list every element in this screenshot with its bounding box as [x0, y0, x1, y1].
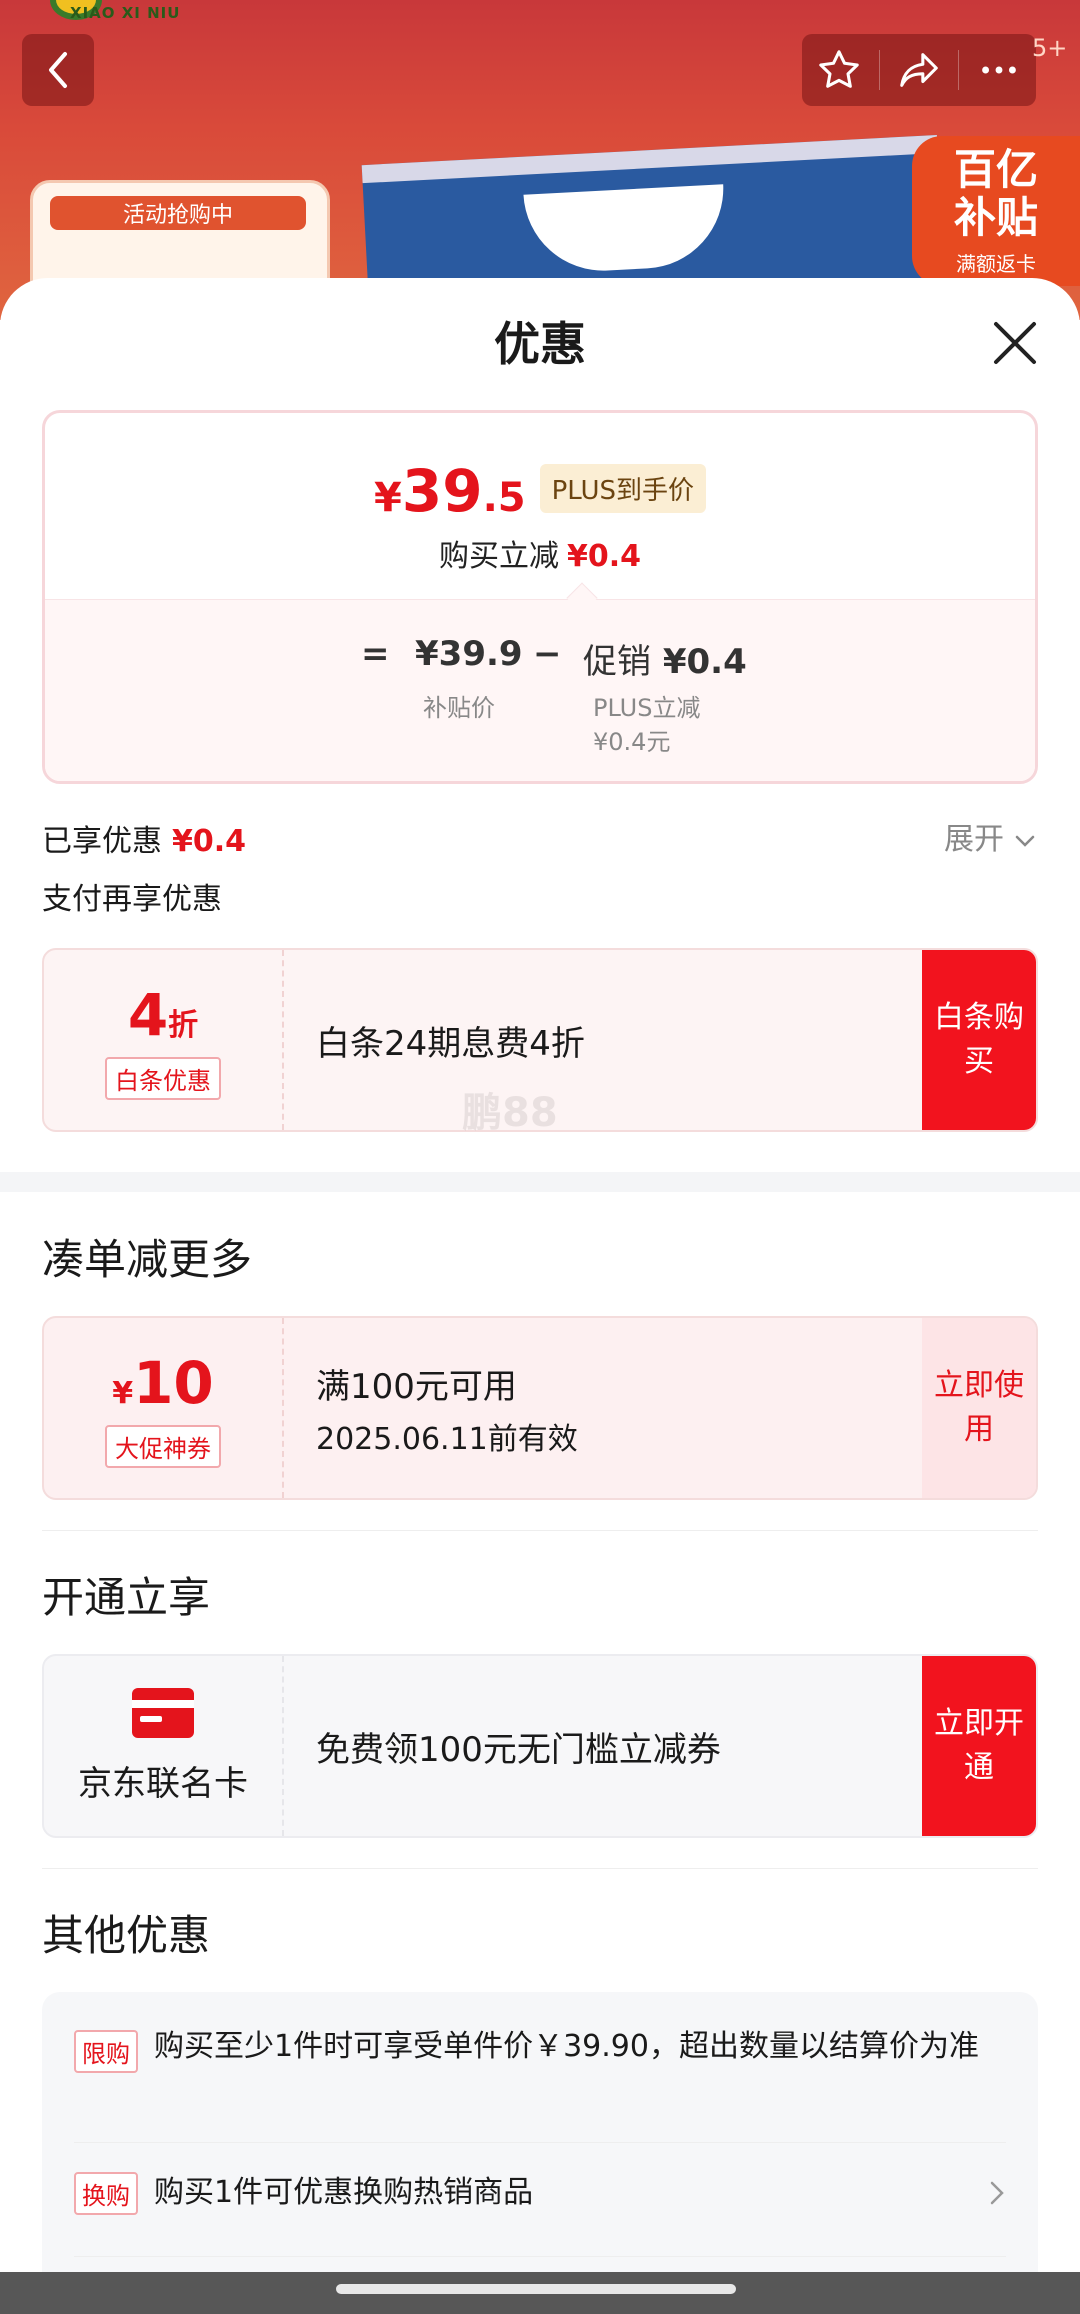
- exchange-tag: 换购: [74, 2171, 138, 2215]
- plus-price-tag: PLUS到手价: [539, 464, 706, 513]
- limit-text: 购买至少1件时可享受单件价￥39.90，超出数量以结算价为准: [154, 2029, 979, 2064]
- base-price-label: 补贴价: [423, 694, 495, 722]
- coupon-condition: 满100元可用: [316, 1366, 517, 1407]
- use-coupon-button[interactable]: 立即使用: [922, 1318, 1036, 1498]
- card-name: 京东联名卡: [78, 1763, 248, 1804]
- limit-tag: 限购: [74, 2030, 138, 2073]
- pay-more-label: 支付再享优惠: [42, 882, 222, 917]
- subsidy-line1: 百亿: [953, 144, 1038, 194]
- chevron-down-icon: [1015, 835, 1034, 847]
- minus-sign: −: [533, 634, 562, 674]
- chevron-left-icon: [49, 52, 67, 88]
- watermark: 鹏88: [462, 1090, 558, 1136]
- home-indicator[interactable]: [336, 2284, 736, 2294]
- base-price: ¥39.9: [415, 634, 523, 674]
- buy-reduce-line: 购买立减 ¥0.4: [438, 539, 642, 574]
- close-icon[interactable]: [990, 318, 1040, 368]
- baitiao-title: 白条24期息费4折: [316, 1023, 585, 1064]
- divider: [74, 2142, 1006, 2143]
- bundle-section-title: 凑单减更多: [42, 1235, 253, 1284]
- final-price: ¥39.5: [374, 457, 526, 525]
- chevron-right-icon: [990, 2181, 1004, 2205]
- plus-reduce-value: ¥0.4元: [593, 728, 671, 756]
- section-divider: [0, 1172, 1080, 1192]
- divider: [42, 1530, 1038, 1531]
- baitiao-discount: 4折: [127, 980, 199, 1049]
- equals-sign: =: [361, 634, 390, 674]
- star-icon[interactable]: [816, 47, 862, 93]
- divider: [42, 1868, 1038, 1869]
- sheet-title: 优惠: [494, 317, 586, 371]
- plus-reduce-label: PLUS立减: [593, 694, 701, 722]
- promo-card-label: 活动抢购中: [50, 196, 306, 230]
- top-actions: [802, 34, 1036, 106]
- bundle-coupon: ¥10 大促神券 满100元可用 2025.06.11前有效 立即使用: [42, 1316, 1038, 1500]
- open-section-title: 开通立享: [42, 1573, 211, 1622]
- other-section-title: 其他优惠: [42, 1911, 211, 1960]
- subsidy-badge: 百亿 补贴 满额返卡: [912, 136, 1080, 286]
- credit-card-icon: [132, 1687, 194, 1738]
- card-offer-title: 免费领100元无门槛立减券: [316, 1729, 721, 1770]
- message-count-badge: 5+: [1032, 34, 1068, 62]
- expand-button[interactable]: 展开: [944, 814, 1036, 858]
- back-button[interactable]: [22, 34, 94, 106]
- open-card-button[interactable]: 立即开通: [922, 1656, 1036, 1836]
- more-icon[interactable]: [976, 47, 1022, 93]
- baitiao-buy-button[interactable]: 白条购买: [922, 950, 1036, 1130]
- baitiao-tag: 白条优惠: [105, 1056, 221, 1100]
- list-item[interactable]: 换购 购买1件可优惠换购热销商品: [74, 2170, 1006, 2216]
- other-offers-list: 限购 购买至少1件时可享受单件价￥39.90，超出数量以结算价为准 换购 购买1…: [42, 1992, 1038, 2314]
- share-icon[interactable]: [896, 47, 942, 93]
- promo-amount: 促销 ¥0.4: [583, 642, 747, 682]
- divider: [74, 2256, 1006, 2257]
- subsidy-line3: 满额返卡: [956, 251, 1036, 276]
- coupon-tag: 大促神券: [105, 1424, 221, 1468]
- cobrand-card-offer: 京东联名卡 免费领100元无门槛立减券 立即开通: [42, 1654, 1038, 1838]
- coupon-validity: 2025.06.11前有效: [316, 1421, 578, 1457]
- brand-logo-text: XIAO XI NIU: [70, 4, 181, 22]
- exchange-text: 购买1件可优惠换购热销商品: [154, 2175, 534, 2210]
- price-breakdown-card: ¥39.5 PLUS到手价 购买立减 ¥0.4 = ¥39.9 补贴价 − 促销 …: [42, 410, 1038, 784]
- subsidy-line2: 补贴: [953, 192, 1038, 242]
- product-banner: XIAO XI NIU 活动抢购中 百亿 补贴 满额返卡 5+: [0, 0, 1080, 320]
- coupon-amount: ¥10: [112, 1348, 214, 1417]
- list-item: 限购 购买至少1件时可享受单件价￥39.90，超出数量以结算价为准: [74, 2024, 1006, 2073]
- enjoyed-discount: 已享优惠 ¥0.4: [42, 824, 247, 859]
